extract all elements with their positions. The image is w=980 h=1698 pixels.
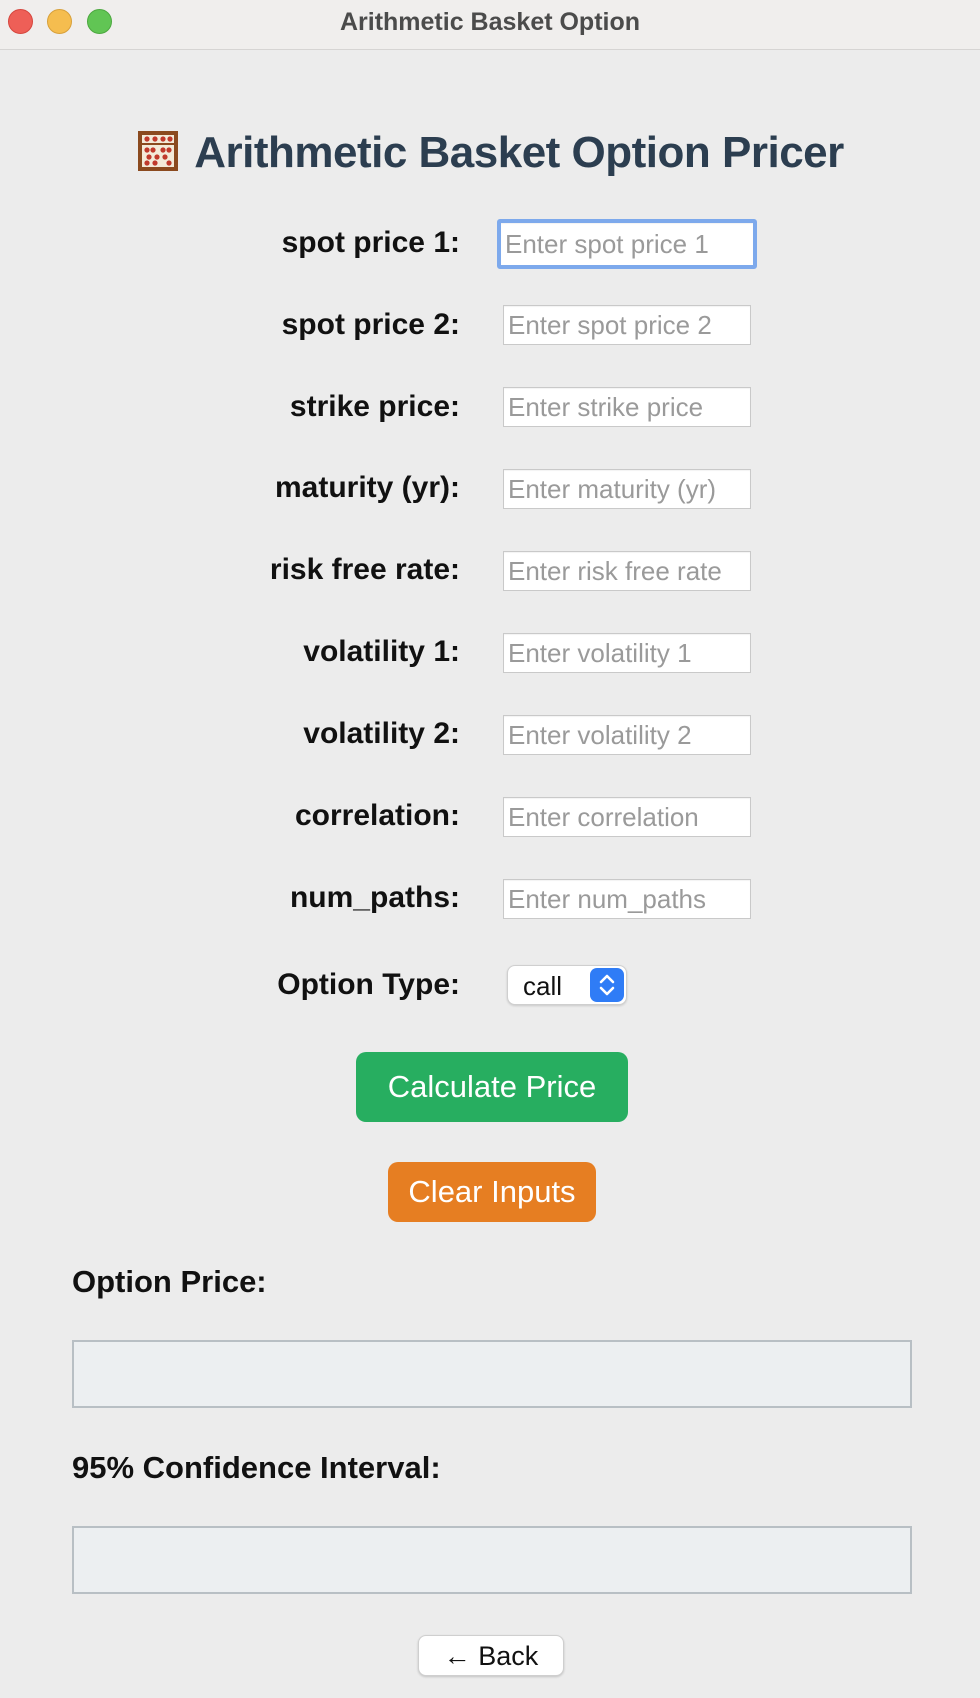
- chevron-up-down-icon: [590, 968, 624, 1002]
- volatility-1-label: volatility 1:: [303, 635, 460, 668]
- window-title: Arithmetic Basket Option: [339, 8, 641, 36]
- calculate-price-button[interactable]: Calculate Price: [356, 1052, 628, 1122]
- clear-inputs-button[interactable]: Clear Inputs: [388, 1162, 596, 1222]
- spot-price-1-input[interactable]: [497, 219, 757, 269]
- num-paths-label: num_paths:: [289, 881, 460, 914]
- option-type-label: Option Type:: [277, 968, 460, 1001]
- strike-price-input[interactable]: [503, 387, 751, 427]
- option-price-output: [72, 1340, 912, 1408]
- option-price-label: Option Price:: [72, 1264, 267, 1299]
- volatility-1-input[interactable]: [503, 633, 751, 673]
- maturity-label: maturity (yr):: [274, 471, 460, 504]
- volatility-2-input[interactable]: [503, 715, 751, 755]
- abacus-icon: [138, 131, 179, 171]
- risk-free-rate-label: risk free rate:: [269, 553, 460, 586]
- num-paths-input[interactable]: [503, 879, 751, 919]
- page-title: Arithmetic Basket Option Pricer: [0, 128, 980, 178]
- spot-price-2-input[interactable]: [503, 305, 751, 345]
- confidence-interval-label: 95% Confidence Interval:: [72, 1450, 441, 1485]
- volatility-2-label: volatility 2:: [303, 717, 460, 750]
- page-title-text: Arithmetic Basket Option Pricer: [194, 128, 844, 177]
- option-type-value: call: [523, 971, 563, 1001]
- spot-price-1-label: spot price 1:: [281, 226, 460, 259]
- maturity-input[interactable]: [503, 469, 751, 509]
- risk-free-rate-input[interactable]: [503, 551, 751, 591]
- spot-price-2-label: spot price 2:: [281, 308, 460, 341]
- title-bar: Arithmetic Basket Option: [0, 0, 980, 50]
- confidence-interval-output: [72, 1526, 912, 1594]
- strike-price-label: strike price:: [289, 390, 460, 423]
- correlation-label: correlation:: [294, 799, 460, 832]
- correlation-input[interactable]: [503, 797, 751, 837]
- back-button[interactable]: ← Back: [418, 1635, 564, 1676]
- option-type-select[interactable]: call: [507, 965, 627, 1005]
